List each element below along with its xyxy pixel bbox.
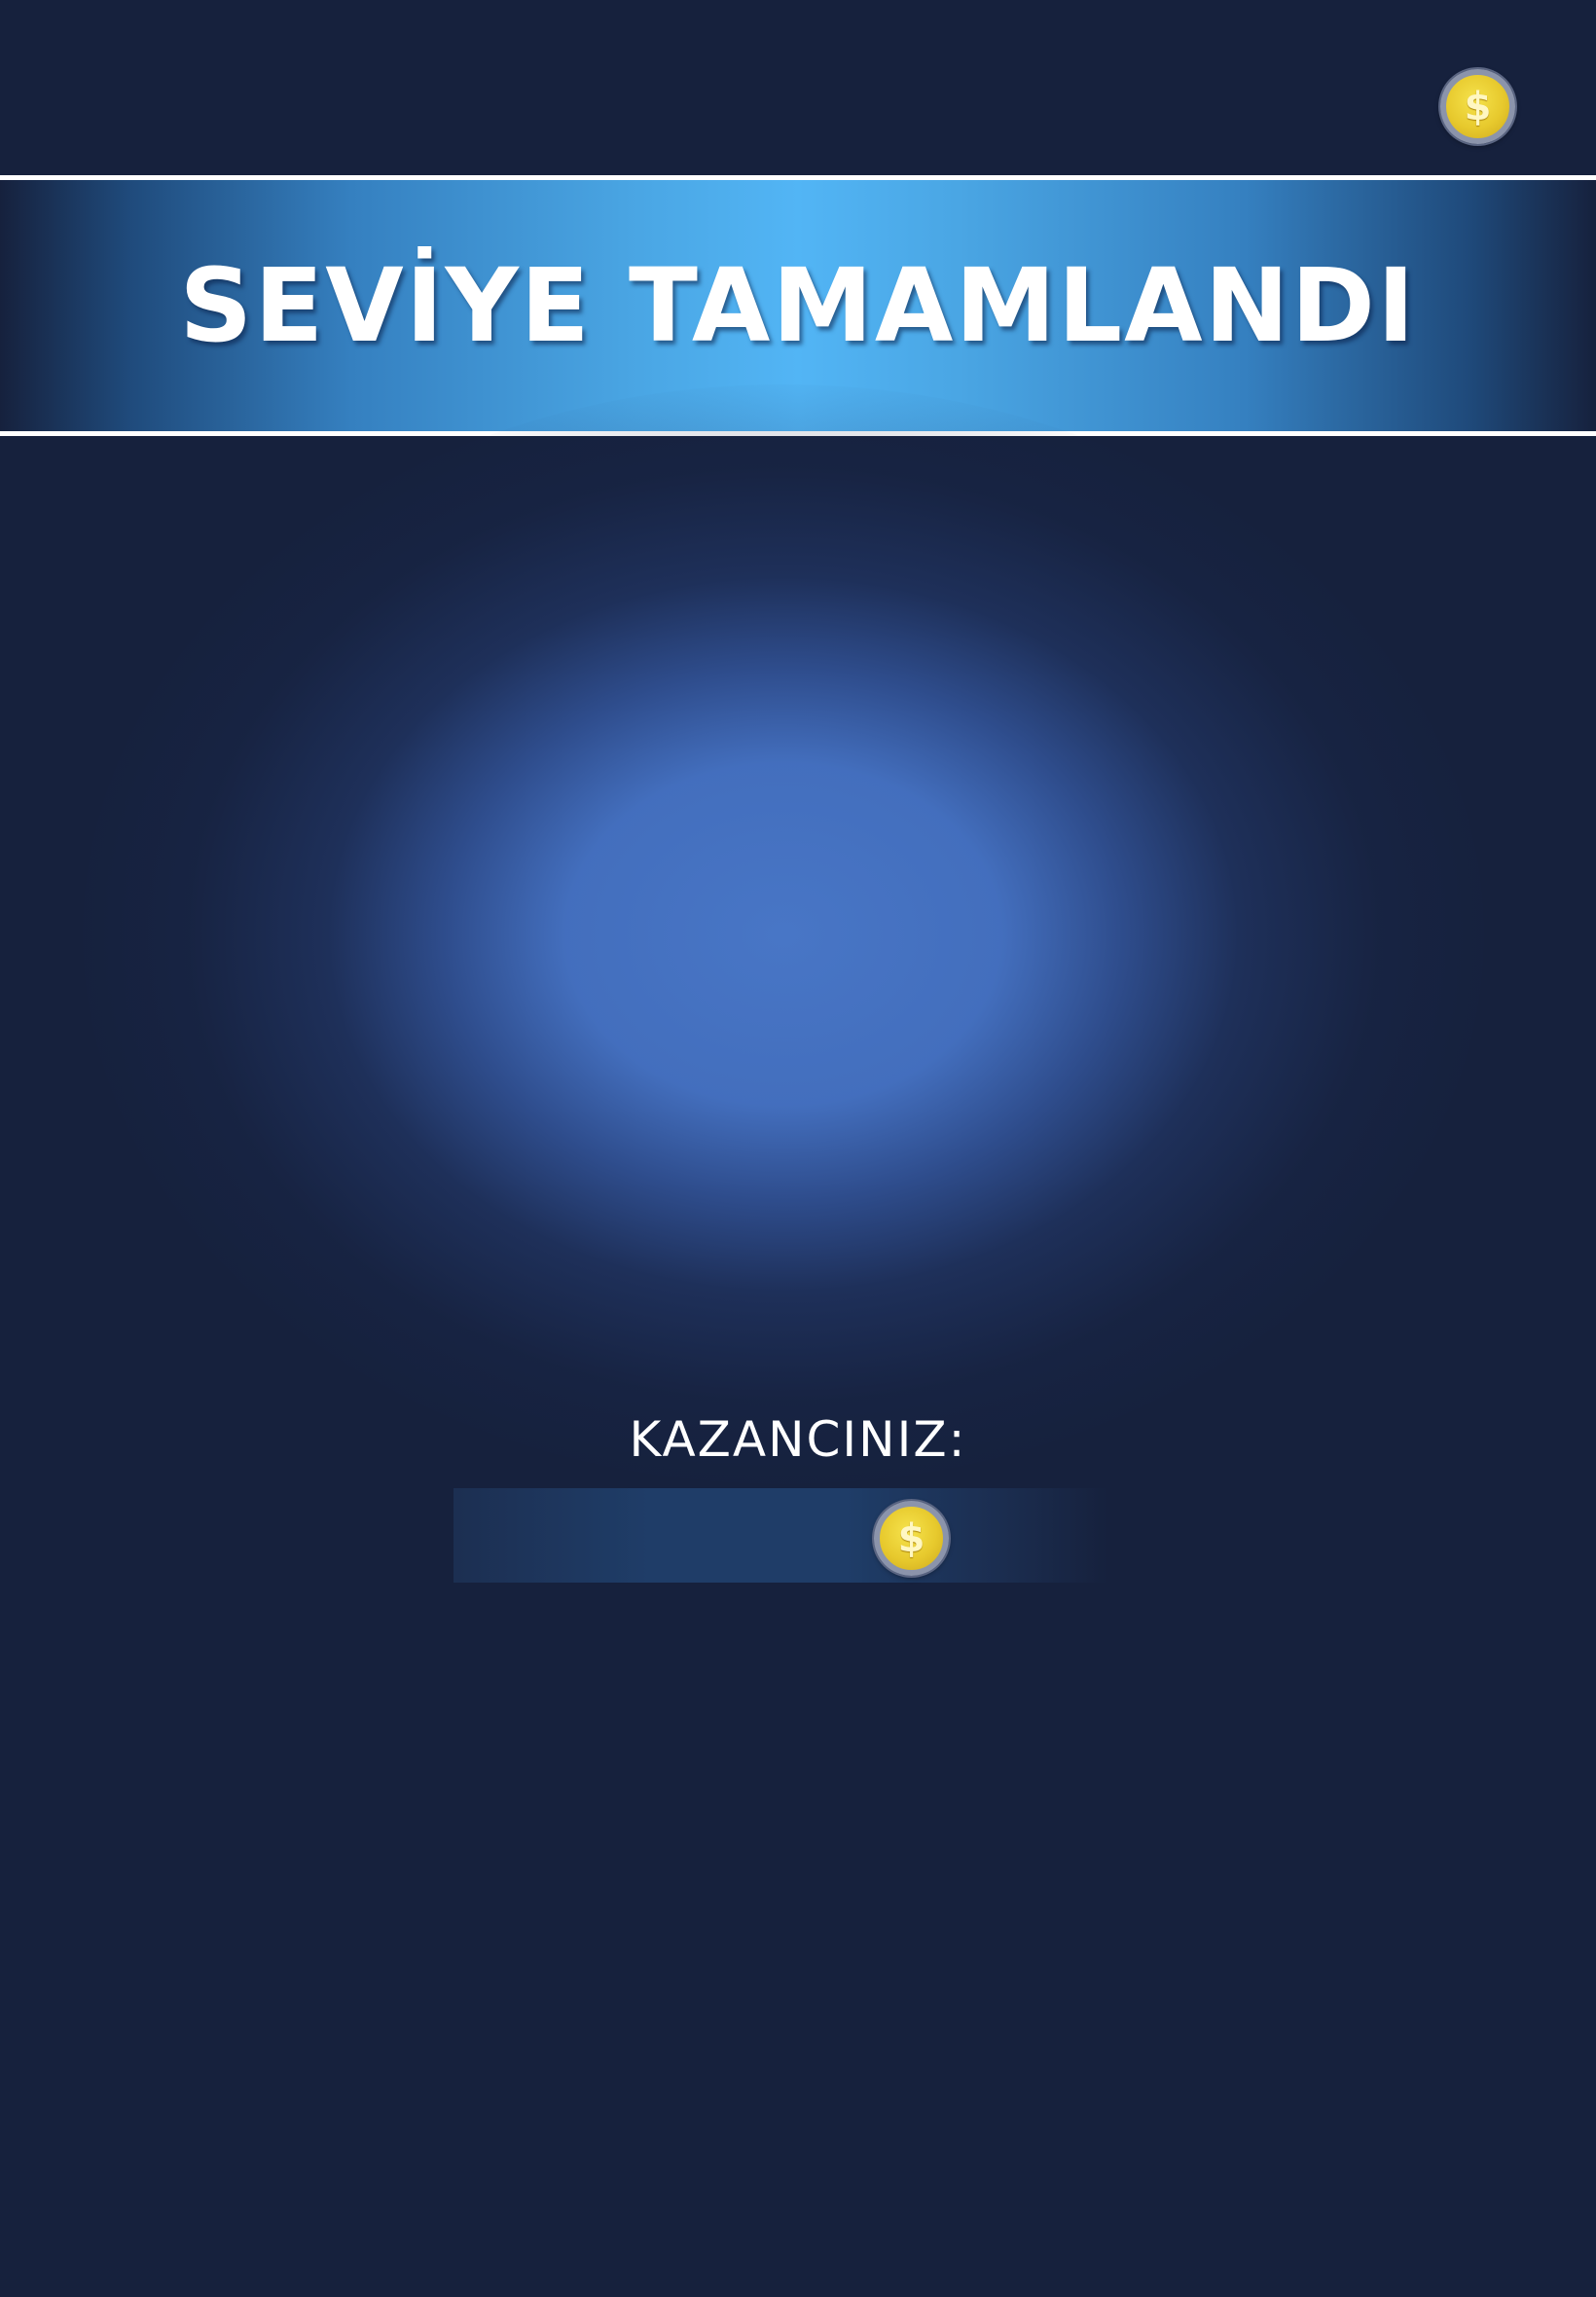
reward-glow <box>83 384 1484 1484</box>
banner-title: SEVİYE TAMAMLANDI <box>179 246 1417 365</box>
reward-coin-icon: $ <box>874 1501 949 1576</box>
reward-bar <box>453 1488 1107 1583</box>
earnings-label: KAZANCINIZ: <box>629 1411 967 1468</box>
coin-icon: $ <box>1440 69 1515 144</box>
coin-symbol: $ <box>1464 84 1492 129</box>
reward-coin-symbol: $ <box>897 1515 925 1561</box>
level-complete-screen: $ SEVİYE TAMAMLANDI KAZANCINIZ: $ <box>0 0 1596 2297</box>
